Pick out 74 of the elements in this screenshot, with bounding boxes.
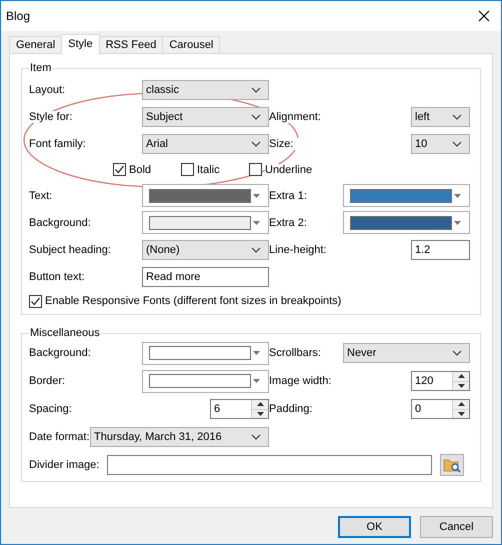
field-label: Subject heading: bbox=[29, 244, 111, 256]
spin-field[interactable]: 120 bbox=[411, 371, 470, 391]
dropdown[interactable]: classic bbox=[142, 80, 269, 100]
dropdown[interactable]: Arial bbox=[142, 134, 269, 154]
up-arrow-icon bbox=[458, 374, 464, 378]
field-label: Background: bbox=[29, 347, 91, 359]
group-title: Miscellaneous bbox=[29, 327, 101, 339]
down-arrow-icon bbox=[458, 412, 464, 416]
color-picker[interactable] bbox=[142, 211, 269, 234]
browse-button[interactable] bbox=[440, 454, 464, 476]
color-picker[interactable] bbox=[343, 184, 470, 207]
spin-up-button[interactable] bbox=[252, 400, 268, 408]
field-label: Date format: bbox=[29, 431, 90, 443]
down-arrow-icon bbox=[256, 412, 264, 416]
chevron-icon bbox=[251, 114, 261, 120]
dropdown[interactable]: 10 bbox=[411, 134, 470, 154]
spin-up-button[interactable] bbox=[453, 400, 469, 408]
field-label: Divider image: bbox=[29, 459, 100, 471]
spin-field[interactable]: 6 bbox=[210, 399, 269, 419]
down-arrow-icon bbox=[458, 384, 464, 388]
field-label: Spacing: bbox=[29, 403, 72, 415]
spin-field[interactable]: 0 bbox=[411, 399, 470, 419]
field-label: Background: bbox=[29, 216, 91, 228]
field-label: Style for: bbox=[29, 110, 72, 122]
field-label: Button text: bbox=[29, 270, 85, 282]
chevron-icon bbox=[251, 140, 261, 146]
tab[interactable]: Style bbox=[61, 34, 100, 54]
color-picker[interactable] bbox=[343, 211, 470, 234]
checkbox-label: Italic bbox=[197, 164, 220, 176]
dropdown[interactable]: Subject bbox=[142, 106, 269, 126]
input-field[interactable]: 1.2 bbox=[411, 240, 470, 260]
group-title: Item bbox=[29, 62, 52, 74]
caret-icon bbox=[454, 194, 461, 198]
dropdown[interactable]: left bbox=[411, 106, 470, 126]
dialog-button[interactable]: OK bbox=[338, 516, 411, 538]
color-picker[interactable] bbox=[142, 342, 269, 364]
field-label: Layout: bbox=[29, 84, 66, 96]
tab[interactable]: Carousel bbox=[162, 36, 220, 53]
field-label: Font family: bbox=[29, 138, 86, 150]
close-icon bbox=[478, 10, 490, 22]
caret-icon bbox=[454, 220, 461, 224]
dropdown[interactable]: Never bbox=[343, 343, 470, 363]
up-arrow-icon bbox=[256, 402, 264, 406]
checkbox[interactable] bbox=[249, 163, 262, 176]
dropdown[interactable]: Thursday, March 31, 2016 bbox=[90, 427, 269, 447]
dropdown[interactable]: (None) bbox=[142, 240, 269, 260]
field-label: Border: bbox=[29, 375, 66, 387]
folder-search-icon bbox=[443, 457, 462, 473]
input-field[interactable] bbox=[107, 455, 432, 475]
chevron-icon bbox=[452, 350, 462, 356]
chevron-icon bbox=[251, 246, 261, 252]
input-field[interactable]: Read more bbox=[142, 266, 269, 286]
checkbox-label: Underline bbox=[265, 164, 312, 176]
spin-up-button[interactable] bbox=[453, 372, 469, 380]
color-picker[interactable] bbox=[142, 370, 269, 392]
checkbox-label: Bold bbox=[129, 164, 152, 176]
caret-icon bbox=[253, 194, 260, 198]
dialog-button[interactable]: Cancel bbox=[420, 516, 493, 538]
color-picker[interactable] bbox=[142, 184, 269, 207]
chevron-icon bbox=[251, 434, 261, 440]
checkbox-label: Enable Responsive Fonts (different font sizes in breakpoints) bbox=[45, 295, 342, 307]
chevron-icon bbox=[452, 140, 462, 146]
chevron-icon bbox=[452, 114, 462, 120]
chevron-icon bbox=[251, 86, 261, 92]
window-title: Blog bbox=[6, 9, 30, 23]
up-arrow-icon bbox=[458, 402, 464, 406]
checkbox[interactable] bbox=[29, 294, 42, 308]
field-label: Text: bbox=[29, 190, 52, 202]
checkbox[interactable] bbox=[181, 163, 194, 176]
caret-icon bbox=[253, 379, 260, 383]
caret-icon bbox=[253, 351, 260, 355]
tab[interactable]: General bbox=[9, 36, 62, 53]
checkbox[interactable] bbox=[113, 163, 126, 176]
caret-icon bbox=[253, 220, 260, 224]
